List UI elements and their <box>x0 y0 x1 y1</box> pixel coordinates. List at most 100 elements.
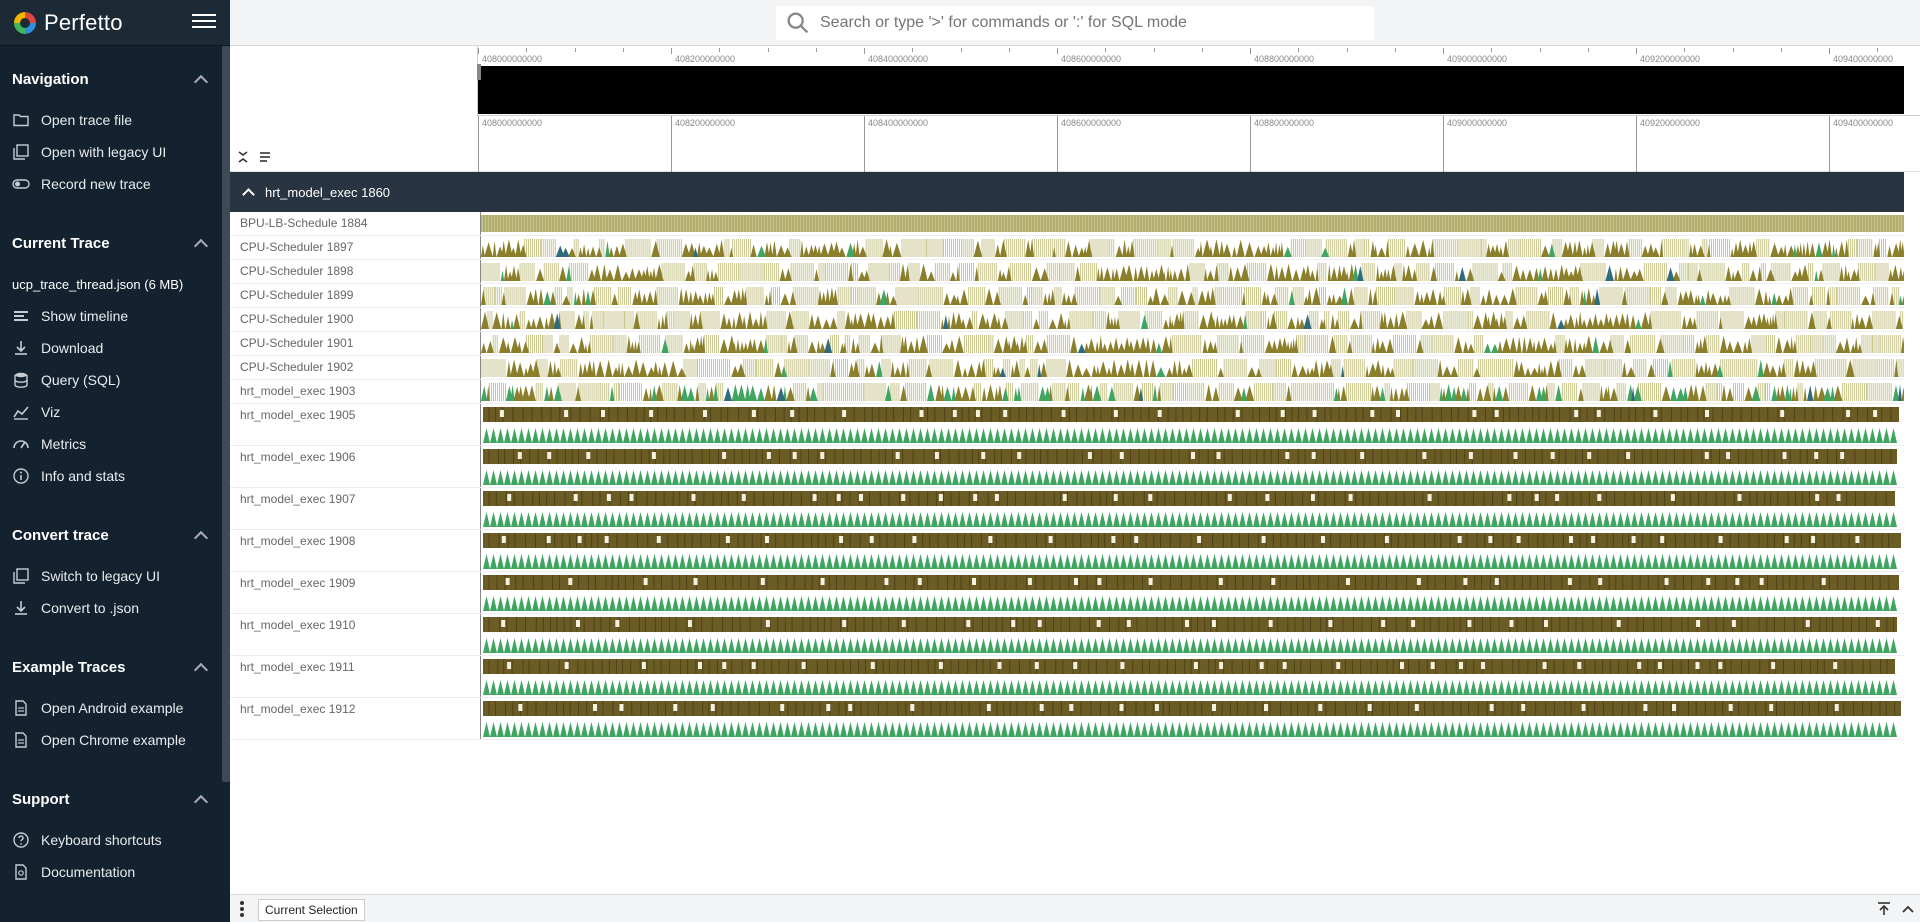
sort-icon[interactable] <box>258 150 272 164</box>
track-slice-lines <box>481 215 1904 232</box>
track-content[interactable] <box>480 284 1904 307</box>
sidebar-item-download[interactable]: Download <box>0 332 230 364</box>
track-slice[interactable] <box>483 533 1901 548</box>
overview-minor-tick <box>1153 48 1155 52</box>
sidebar-item-convert-to-json[interactable]: Convert to .json <box>0 592 230 624</box>
thread-track[interactable]: CPU-Scheduler 1900 <box>230 308 1904 332</box>
cpu-state-slices[interactable] <box>483 554 1897 569</box>
chevron-up-icon[interactable] <box>193 238 209 253</box>
cpu-state-slices[interactable] <box>483 428 1897 443</box>
track-content[interactable] <box>480 530 1904 571</box>
sidebar-item-switch-to-legacy-ui[interactable]: Switch to legacy UI <box>0 560 230 592</box>
maximize-panel-icon[interactable] <box>1876 901 1892 917</box>
thread-track[interactable]: hrt_model_exec 1905 <box>230 404 1904 446</box>
overview-tick <box>671 48 672 54</box>
sidebar-item-open-trace-file[interactable]: Open trace file <box>0 104 230 136</box>
track-content[interactable] <box>480 572 1904 613</box>
chevron-up-icon[interactable] <box>1900 901 1916 917</box>
sidebar-section-header[interactable]: Current Trace <box>0 228 230 258</box>
sidebar-scrollbar[interactable] <box>222 46 230 782</box>
sidebar-section-header[interactable]: Navigation <box>0 64 230 94</box>
track-slices[interactable] <box>481 287 1904 305</box>
thread-track[interactable]: hrt_model_exec 1911 <box>230 656 1904 698</box>
track-slice[interactable] <box>483 617 1897 632</box>
track-slices[interactable] <box>1594 288 1601 305</box>
sidebar-section-current-trace: Current Trace ucp_trace_thread.json (6 MB… <box>0 210 230 502</box>
sidebar-section-title: Current Trace <box>12 234 110 252</box>
track-content[interactable] <box>480 380 1904 403</box>
cpu-state-slices[interactable] <box>483 680 1897 695</box>
track-name: CPU-Scheduler 1898 <box>240 264 354 278</box>
sidebar-item-documentation[interactable]: Documentation <box>0 856 230 888</box>
chevron-up-icon[interactable] <box>193 662 209 677</box>
thread-track[interactable]: CPU-Scheduler 1899 <box>230 284 1904 308</box>
search-input[interactable] <box>820 14 1340 32</box>
thread-track[interactable]: CPU-Scheduler 1898 <box>230 260 1904 284</box>
thread-track[interactable]: hrt_model_exec 1907 <box>230 488 1904 530</box>
sidebar-item-viz[interactable]: Viz <box>0 396 230 428</box>
overview-window[interactable] <box>478 66 1904 114</box>
track-name: BPU-LB-Schedule 1884 <box>240 216 368 230</box>
collapse-all-icon[interactable] <box>236 150 250 164</box>
sidebar-section-header[interactable]: Example Traces <box>0 652 230 682</box>
process-group-title: hrt_model_exec 1860 <box>265 184 391 200</box>
track-name: hrt_model_exec 1905 <box>240 408 356 422</box>
chevron-up-icon[interactable] <box>242 187 255 201</box>
sidebar-item-info-and-stats[interactable]: Info and stats <box>0 460 230 492</box>
drag-handle-icon[interactable] <box>240 901 244 917</box>
thread-track[interactable]: hrt_model_exec 1903 <box>230 380 1904 404</box>
omnibox[interactable] <box>776 6 1374 40</box>
overview-timeline[interactable]: 408000000000 408200000000 408400000000 4086… <box>230 46 1920 116</box>
thread-track[interactable]: hrt_model_exec 1908 <box>230 530 1904 572</box>
track-slices[interactable] <box>481 359 1904 377</box>
track-content[interactable] <box>480 332 1904 355</box>
track-content[interactable] <box>480 356 1904 379</box>
current-selection-tab[interactable]: Current Selection <box>258 899 365 921</box>
cpu-state-slices[interactable] <box>483 638 1897 653</box>
sidebar-item-metrics[interactable]: Metrics <box>0 428 230 460</box>
sidebar-item-record-new-trace[interactable]: Record new trace <box>0 168 230 200</box>
track-content[interactable] <box>480 236 1904 259</box>
ruler-tick <box>1057 116 1058 172</box>
thread-track[interactable]: BPU-LB-Schedule 1884 <box>230 212 1904 236</box>
track-slice[interactable] <box>483 659 1895 674</box>
track-slices[interactable] <box>555 245 698 257</box>
sidebar-section-header[interactable]: Convert trace <box>0 520 230 550</box>
thread-track[interactable]: hrt_model_exec 1912 <box>230 698 1904 740</box>
overview-handle[interactable] <box>477 64 481 80</box>
thread-track[interactable]: hrt_model_exec 1910 <box>230 614 1904 656</box>
sidebar-item-open-android-example[interactable]: Open Android example <box>0 692 230 724</box>
track-content[interactable] <box>480 212 1904 235</box>
track-content[interactable] <box>480 260 1904 283</box>
sidebar-item-open-chrome-example[interactable]: Open Chrome example <box>0 724 230 756</box>
track-scrollbar[interactable] <box>1904 172 1920 732</box>
track-slice[interactable] <box>483 449 1897 464</box>
sidebar-section-header[interactable]: Support <box>0 784 230 814</box>
cpu-state-slices[interactable] <box>483 512 1897 527</box>
ruler-tick-label: 408800000000 <box>1254 118 1315 128</box>
track-content[interactable] <box>480 404 1904 445</box>
track-content[interactable] <box>480 446 1904 487</box>
cpu-state-slices[interactable] <box>483 596 1897 611</box>
sidebar-item-keyboard-shortcuts[interactable]: Keyboard shortcuts <box>0 824 230 856</box>
thread-track[interactable]: hrt_model_exec 1906 <box>230 446 1904 488</box>
chevron-up-icon[interactable] <box>193 74 209 89</box>
process-group-header[interactable]: hrt_model_exec 1860 <box>230 172 1904 212</box>
track-content[interactable] <box>480 308 1904 331</box>
thread-track[interactable]: CPU-Scheduler 1897 <box>230 236 1904 260</box>
track-content[interactable] <box>480 488 1904 529</box>
track-content[interactable] <box>480 614 1904 655</box>
thread-track[interactable]: CPU-Scheduler 1902 <box>230 356 1904 380</box>
cpu-state-slices[interactable] <box>483 722 1897 737</box>
menu-icon[interactable] <box>192 14 216 32</box>
thread-track[interactable]: CPU-Scheduler 1901 <box>230 332 1904 356</box>
track-content[interactable] <box>480 656 1904 697</box>
sidebar-item-query-sql[interactable]: Query (SQL) <box>0 364 230 396</box>
chevron-up-icon[interactable] <box>193 530 209 545</box>
track-content[interactable] <box>480 698 1904 739</box>
chevron-up-icon[interactable] <box>193 794 209 809</box>
thread-track[interactable]: hrt_model_exec 1909 <box>230 572 1904 614</box>
sidebar-item-show-timeline[interactable]: Show timeline <box>0 300 230 332</box>
sidebar-item-open-with-legacy-ui[interactable]: Open with legacy UI <box>0 136 230 168</box>
cpu-state-slices[interactable] <box>483 470 1897 485</box>
